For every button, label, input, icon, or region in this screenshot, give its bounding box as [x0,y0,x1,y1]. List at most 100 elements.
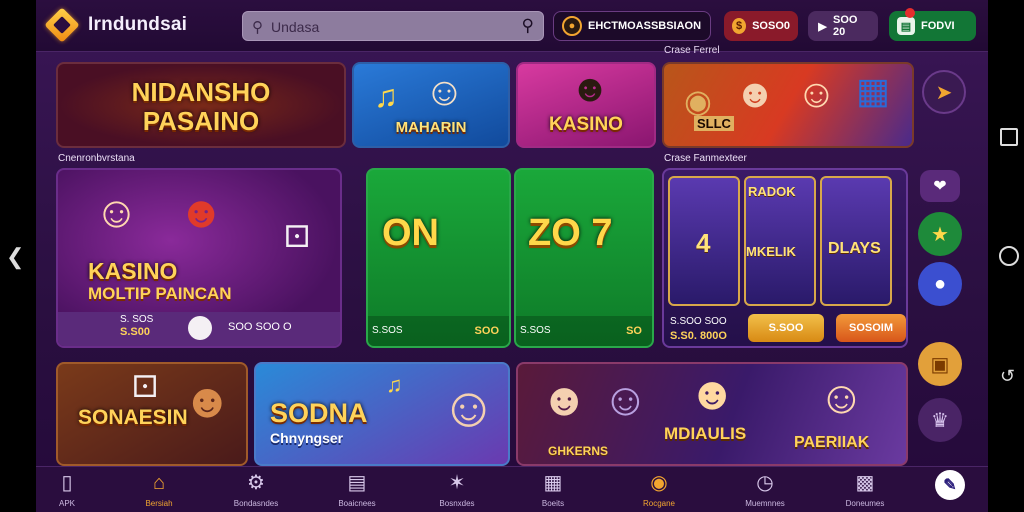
gift-icon[interactable]: ▣ [918,342,962,386]
system-back-icon[interactable]: ❮ [6,244,24,270]
game-title: SLLC [694,116,734,131]
section-label-row2-left: Cnenronbvrstana [58,153,135,164]
footer-left: S.SOS [520,325,551,336]
reel-2-label: MKELIK [746,244,796,259]
stat-3: SOO SOO O [228,321,292,333]
house-icon: ⌂ [152,472,166,494]
gear-icon: ⚙ [247,472,265,494]
character-icon: ☻ [734,72,777,116]
star-icon: ✶ [448,472,466,494]
nav-item-settings[interactable]: ⚙ Bondasndes [211,467,301,512]
game-footer: S.SOS SO [516,316,652,346]
promo-button[interactable]: ● EHCTMOASSBSIAON [553,11,711,41]
game-title: SONAESIN [78,406,188,429]
balance-button[interactable]: $ SOSO0 [724,11,798,41]
grid-icon: ▩ [855,472,875,494]
nav-item-documents[interactable]: ▤ Boaicnees [312,467,402,512]
nav-item-history[interactable]: ◷ Muemnnes [720,467,810,512]
search-field[interactable]: ⚲ Undasa ⚲ [242,11,544,41]
character-icon: ☺ [94,188,139,237]
character-icon: ☺ [440,375,498,438]
game-footer: S.SOS SOO [368,316,509,346]
system-recents-icon[interactable] [1000,128,1018,146]
bonus-label: SOO 20 [833,14,858,38]
support-icon[interactable]: ♛ [918,398,962,442]
deposit-label: FODVI [921,20,955,32]
nav-item-bonuses[interactable]: ✶ Bosnxdes [412,467,502,512]
nav-label: Boeits [541,499,565,508]
stat-1: S. SOS [120,314,154,325]
footer-right: SO [626,325,642,337]
game-card-slots-classic[interactable]: ◉ ☻ ☺ ▦ SLLC [662,62,914,148]
brand-name[interactable]: Irndundsai [88,14,187,36]
footer-left: S.SOS [372,325,403,336]
game-card-maharin[interactable]: ♫ ☺ MAHARIN [352,62,510,148]
character-icon: ☺ [602,373,649,425]
game-title: ZO 7 [528,212,613,254]
game-title: KASINO [549,114,623,135]
favorites-star-icon[interactable]: ★ [918,212,962,256]
ticket-icon: ▶ [818,20,827,33]
game-title: KASINO [88,258,178,284]
character-icon: ☻ [182,375,233,428]
nav-item-home[interactable]: ⌂ Bersiah [114,467,204,512]
device-screen: ❮ ↺ Irndundsai ⚲ Undasa ⚲ ● EHCTMOASSBSI… [0,0,1024,512]
game-card-mdiaulis[interactable]: ☻ ☺ ☻ ☺ GHKERNS MDIAULIS PAERIIAK [516,362,908,466]
character-icon: ☻ [688,367,737,419]
reel-1-symbol: 4 [696,228,711,258]
phone-icon: ▯ [61,472,73,494]
game-title-1: GHKERNS [548,444,609,458]
stat-2: S.S00 [120,326,150,338]
stat-2: S.S0. 800O [670,330,727,342]
nav-item-bets[interactable]: ▦ Boeits [508,467,598,512]
deposit-button[interactable]: ▤ FODVI [889,11,976,41]
bottom-nav: ▯ APK ⌂ Bersiah ⚙ Bondasndes ▤ Boaicnees… [36,466,988,512]
bet-button[interactable]: S.SOO [748,314,824,342]
game-card-slot-on[interactable]: ON S.SOS SOO [366,168,511,348]
game-card-sodna[interactable]: ♫ ☺ SODNA Chnyngser [254,362,510,466]
dice-icon: ⚀ [132,371,159,404]
top-bar: Irndundsai ⚲ Undasa ⚲ ● EHCTMOASSBSIAON … [36,0,988,52]
slot-reel-icon: ▦ [856,70,891,111]
title-line-1: NIDANSHO [131,77,271,107]
stat-1: S.SOO SOO [670,316,727,327]
system-home-icon[interactable] [999,246,1019,266]
game-title-2: MDIAULIS [664,424,747,443]
next-arrow-button[interactable]: ➤ [922,70,966,114]
search-submit-icon[interactable]: ⚲ [522,16,534,36]
game-card-sonaesin[interactable]: ⚀ ☻ SONAESIN [56,362,248,466]
coin-icon: ◉ [650,472,668,494]
character-icon: ☻ [570,68,610,110]
document-icon: ▤ [347,472,367,494]
coin-icon: $ [732,18,747,34]
nav-label: Bondasndes [233,499,279,508]
bonus-button[interactable]: ▶ SOO 20 [808,11,878,41]
system-rotate-icon[interactable]: ↺ [1000,366,1015,387]
reel-3-label: DLAYS [828,240,881,257]
nav-label: Boaicnees [338,499,376,508]
profile-avatar-icon[interactable]: ✎ [935,470,965,500]
search-placeholder: Undasa [271,19,320,35]
play-button[interactable]: SOSOIM [836,314,906,342]
nav-item-more[interactable]: ▩ Doneumes [820,467,910,512]
chat-icon[interactable]: ❤ [920,170,960,202]
section-label-row1: Crase Ferrel [664,45,720,56]
game-card-nidansho[interactable]: NIDANSHO PASAINO [56,62,346,148]
game-card-kasino-multiplier[interactable]: ☺ ☻ ⚀ KASINO MOLTIP PAINCAN S. SOS S.S00… [56,168,342,348]
game-subtitle: Chnyngser [270,430,344,446]
nav-item-recharge[interactable]: ◉ Rocgane [614,467,704,512]
logo-icon[interactable] [44,7,80,43]
nav-item-apk[interactable]: ▯ APK [36,467,112,512]
game-card-kasino[interactable]: ☻ KASINO [516,62,656,148]
notification-badge [905,8,915,18]
dice-icon: ⚀ [284,221,311,254]
reel-top-label: RADOK [748,184,796,199]
nav-label: Rocgane [642,499,676,508]
trumpet-icon: ♫ [386,372,403,397]
nav-label: Muemnnes [745,499,785,508]
ball-icon [188,316,212,340]
discord-icon[interactable]: ● [918,262,962,306]
game-card-slot-zo7[interactable]: ZO 7 S.SOS SO [514,168,654,348]
game-title: MAHARIN [395,119,467,136]
promo-label: EHCTMOASSBSIAON [588,20,702,32]
